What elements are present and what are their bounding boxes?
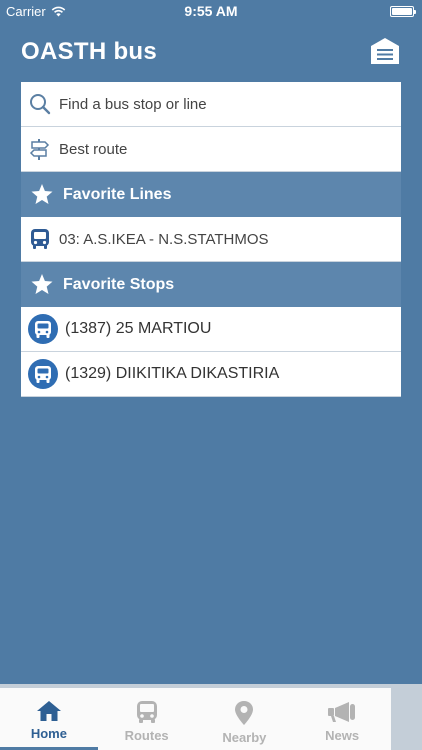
bus-stop-icon <box>28 359 58 389</box>
megaphone-icon <box>328 702 356 722</box>
tab-home-label: Home <box>30 726 67 741</box>
menu-button[interactable] <box>370 37 400 65</box>
app-title: OASTH bus <box>21 38 158 65</box>
menu-icon <box>371 38 399 64</box>
favorite-lines-title: Favorite Lines <box>63 185 172 203</box>
search-icon <box>30 94 51 115</box>
battery-icon <box>390 6 416 17</box>
home-icon <box>36 701 61 721</box>
best-route-label: Best route <box>59 140 128 158</box>
bus-icon <box>31 229 49 249</box>
star-icon <box>31 274 53 294</box>
best-route-row[interactable]: Best route <box>21 127 401 172</box>
bus-icon <box>136 701 157 723</box>
tab-bar: Home Routes Nearby News <box>0 684 422 750</box>
tab-routes[interactable]: Routes <box>98 688 196 750</box>
status-bar: Carrier 9:55 AM <box>0 0 422 22</box>
home-list: Find a bus stop or line Best route Favor… <box>21 82 401 397</box>
favorite-stop-label: (1387) 25 MARTIOU <box>65 320 212 337</box>
favorite-stop-item[interactable]: (1387) 25 MARTIOU <box>21 307 401 352</box>
favorite-stops-header: Favorite Stops <box>21 262 401 307</box>
star-icon <box>31 184 53 204</box>
favorite-line-item[interactable]: 03: A.S.IKEA - N.S.STATHMOS <box>21 217 401 262</box>
tab-nearby[interactable]: Nearby <box>196 688 294 750</box>
favorite-stop-item[interactable]: (1329) DIIKITIKA DIKASTIRIA <box>21 352 401 397</box>
tab-news[interactable]: News <box>293 688 391 750</box>
tab-routes-label: Routes <box>124 728 169 743</box>
tab-home[interactable]: Home <box>0 688 98 750</box>
status-time: 9:55 AM <box>184 3 238 19</box>
bus-stop-icon <box>28 314 58 344</box>
favorite-lines-header: Favorite Lines <box>21 172 401 217</box>
tab-news-label: News <box>325 728 360 743</box>
favorite-stop-label: (1329) DIIKITIKA DIKASTIRIA <box>65 365 280 382</box>
find-stop-or-line-row[interactable]: Find a bus stop or line <box>21 82 401 127</box>
favorite-line-label: 03: A.S.IKEA - N.S.STATHMOS <box>59 230 269 248</box>
favorite-stops-title: Favorite Stops <box>63 275 175 293</box>
location-pin-icon <box>235 701 254 725</box>
find-stop-or-line-label: Find a bus stop or line <box>59 95 207 113</box>
tab-nearby-label: Nearby <box>222 730 267 745</box>
signpost-icon <box>29 139 50 160</box>
